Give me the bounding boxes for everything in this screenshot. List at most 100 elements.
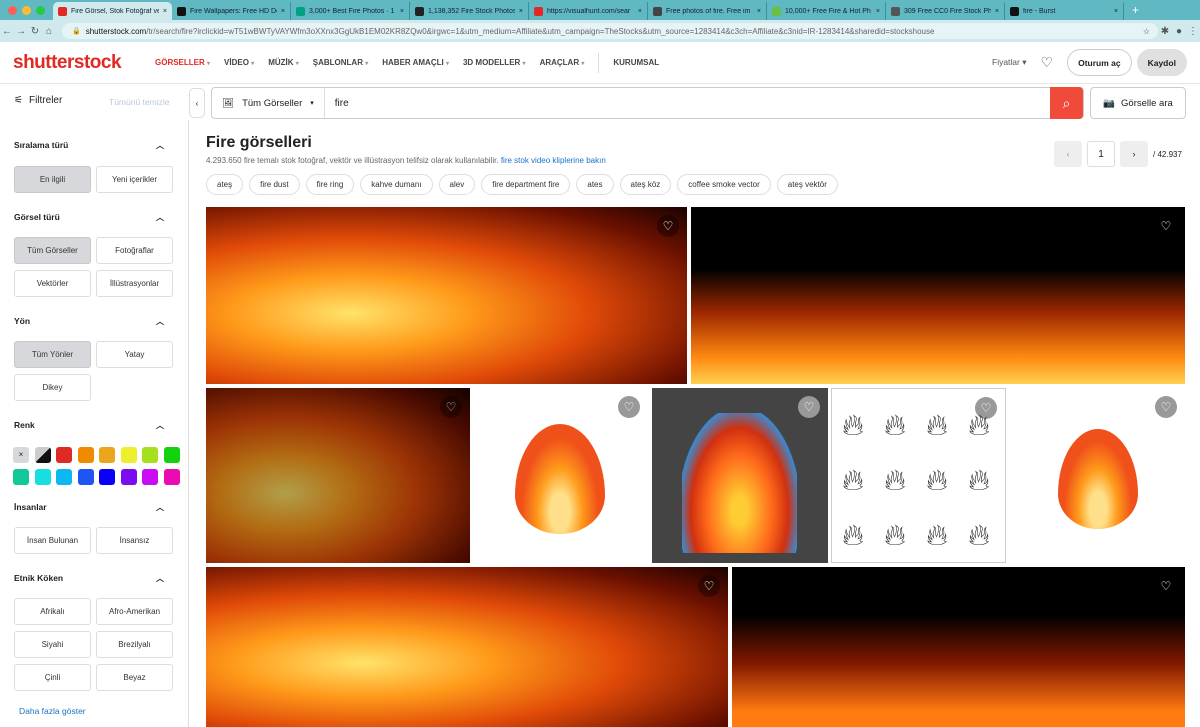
filter-option[interactable]: Brezilyalı — [96, 631, 173, 658]
color-swatch[interactable] — [56, 469, 72, 485]
color-clear-swatch[interactable]: × — [13, 447, 29, 463]
browser-tab[interactable]: 3,000+ Best Fire Photos · 1 × — [291, 2, 410, 20]
nav-menu-item[interactable]: GÖRSELLER ▾ — [155, 58, 210, 67]
browser-tab[interactable]: Free photos of fire. Free im × — [648, 2, 767, 20]
result-image[interactable]: ♡ 🔥︎ 🔥︎ 🔥︎ 🔥︎ 🔥︎ 🔥︎ 🔥︎ 🔥︎ 🔥︎ 🔥︎ 🔥︎ 🔥︎ — [831, 388, 1006, 563]
collapse-filters-button[interactable]: ‹ — [189, 88, 205, 118]
page-input[interactable]: 1 — [1087, 141, 1115, 167]
heart-icon[interactable]: ♡ — [698, 575, 720, 597]
browser-tab[interactable]: fire - Burst × — [1005, 2, 1124, 20]
search-input[interactable]: fire — [335, 98, 1050, 109]
filter-option[interactable]: İnsansız — [96, 527, 173, 554]
filter-option[interactable]: Yatay — [96, 341, 173, 368]
tab-close-icon[interactable]: × — [995, 8, 999, 15]
minimize-window-button[interactable] — [22, 5, 31, 15]
browser-tab[interactable]: 309 Free CC0 Fire Stock Ph × — [886, 2, 1005, 20]
browser-tab[interactable]: https://visualhunt.com/sear × — [529, 2, 648, 20]
result-image[interactable]: ♡ — [206, 388, 470, 563]
filter-option[interactable]: Çinli — [14, 664, 91, 691]
result-image[interactable]: ♡ — [652, 388, 828, 563]
related-search-chip[interactable]: ates — [576, 174, 614, 195]
filter-option[interactable]: Yeni içerikler — [96, 166, 173, 193]
pricing-menu[interactable]: Fiyatlar ▾ — [992, 57, 1027, 68]
maximize-window-button[interactable] — [36, 5, 45, 15]
related-search-chip[interactable]: alev — [438, 174, 476, 195]
filters-toggle[interactable]: ⚟ Filtreler — [14, 95, 62, 106]
related-search-chip[interactable]: ateş — [206, 174, 244, 195]
result-image[interactable]: ♡ — [691, 207, 1185, 384]
related-search-chip[interactable]: fire department fire — [481, 174, 571, 195]
heart-icon[interactable]: ♡ — [1155, 575, 1177, 597]
clear-all-filters-link[interactable]: Tümünü temizle — [109, 97, 169, 107]
nav-menu-item[interactable]: ARAÇLAR ▾ — [540, 58, 585, 67]
related-search-chip[interactable]: fire ring — [305, 174, 355, 195]
extension-icon[interactable]: ✱ — [1158, 26, 1172, 37]
nav-kurumsal[interactable]: KURUMSAL — [613, 58, 659, 67]
related-search-chip[interactable]: fire dust — [249, 174, 300, 195]
favorites-heart-icon[interactable]: ♡ — [1041, 54, 1054, 71]
tab-close-icon[interactable]: × — [876, 8, 880, 15]
heart-icon[interactable]: ♡ — [798, 396, 820, 418]
browser-tab[interactable]: Fire Görsel, Stok Fotoğraf ve × — [53, 2, 172, 20]
nav-menu-item[interactable]: 3D MODELLER ▾ — [463, 58, 526, 67]
filter-option[interactable]: Afro-Amerikan — [96, 598, 173, 625]
browser-tab[interactable]: Fire Wallpapers: Free HD Do × — [172, 2, 291, 20]
close-window-button[interactable] — [8, 5, 17, 15]
filter-section-people[interactable]: İnsanlar ︿ — [14, 502, 164, 513]
result-image[interactable]: ♡ — [1010, 388, 1185, 563]
shutterstock-logo[interactable]: shutterstock — [13, 52, 133, 74]
login-button[interactable]: Oturum aç — [1067, 49, 1132, 76]
tab-close-icon[interactable]: × — [281, 8, 285, 15]
color-swatch[interactable] — [13, 469, 29, 485]
tab-close-icon[interactable]: × — [638, 8, 642, 15]
result-image[interactable]: ♡ — [472, 388, 648, 563]
heart-icon[interactable]: ♡ — [1155, 396, 1177, 418]
search-button[interactable]: ⌕ — [1050, 87, 1083, 119]
filter-section-orient[interactable]: Yön ︿ — [14, 316, 164, 327]
related-search-chip[interactable]: kahve dumanı — [360, 174, 433, 195]
filter-section-color[interactable]: Renk ︿ — [14, 420, 164, 431]
filter-option[interactable]: Fotoğraflar — [96, 237, 173, 264]
reload-icon[interactable]: ↻ — [28, 26, 42, 37]
nav-menu-item[interactable]: ŞABLONLAR ▾ — [313, 58, 368, 67]
color-swatch[interactable] — [163, 447, 180, 463]
nav-menu-item[interactable]: MÜZİK ▾ — [268, 58, 299, 67]
video-clips-link[interactable]: fire stok video kliplerine bakın — [501, 156, 606, 165]
image-search-button[interactable]: 📷 Görselle ara — [1090, 87, 1186, 119]
filter-option[interactable]: Vektörler — [14, 270, 91, 297]
filter-option[interactable]: İnsan Bulunan — [14, 527, 91, 554]
filter-option[interactable]: Afrikalı — [14, 598, 91, 625]
heart-icon[interactable]: ♡ — [1155, 215, 1177, 237]
color-swatch[interactable] — [77, 469, 94, 485]
heart-icon[interactable]: ♡ — [440, 396, 462, 418]
browser-tab[interactable]: 1,138,352 Fire Stock Photos × — [410, 2, 529, 20]
tab-close-icon[interactable]: × — [1114, 8, 1118, 15]
filter-section-imgtype[interactable]: Görsel türü ︿ — [14, 212, 164, 223]
color-swatch[interactable] — [120, 469, 137, 485]
next-page-button[interactable]: › — [1120, 141, 1148, 167]
show-more-link[interactable]: Daha fazla göster — [19, 706, 86, 716]
browser-menu-icon[interactable]: ⋮ — [1186, 26, 1200, 37]
color-bw-swatch[interactable] — [35, 447, 51, 463]
signup-button[interactable]: Kaydol — [1136, 49, 1187, 76]
filter-option[interactable]: En ilgili — [14, 166, 91, 193]
color-swatch[interactable] — [56, 447, 72, 463]
back-icon[interactable]: ← — [0, 26, 14, 37]
nav-menu-item[interactable]: HABER AMAÇLI ▾ — [382, 58, 449, 67]
filter-option[interactable]: Tüm Görseller — [14, 237, 91, 264]
home-icon[interactable]: ⌂ — [42, 26, 56, 37]
color-swatch[interactable] — [120, 447, 137, 463]
bookmark-star-icon[interactable]: ☆ — [1143, 27, 1150, 36]
prev-page-button[interactable]: ‹ — [1054, 141, 1082, 167]
filter-option[interactable]: Siyahi — [14, 631, 91, 658]
result-image[interactable]: ♡ — [206, 207, 687, 384]
tab-close-icon[interactable]: × — [519, 8, 523, 15]
browser-tab[interactable]: 10,000+ Free Fire & Hot Ph × — [767, 2, 886, 20]
heart-icon[interactable]: ♡ — [657, 215, 679, 237]
color-swatch[interactable] — [34, 469, 51, 485]
tab-close-icon[interactable]: × — [757, 8, 761, 15]
related-search-chip[interactable]: ateş vektör — [776, 174, 838, 195]
color-swatch[interactable] — [142, 447, 158, 463]
tab-close-icon[interactable]: × — [163, 8, 167, 15]
url-input[interactable]: 🔒 shutterstock.com/tr/search/fire?irclick… — [62, 23, 1158, 39]
